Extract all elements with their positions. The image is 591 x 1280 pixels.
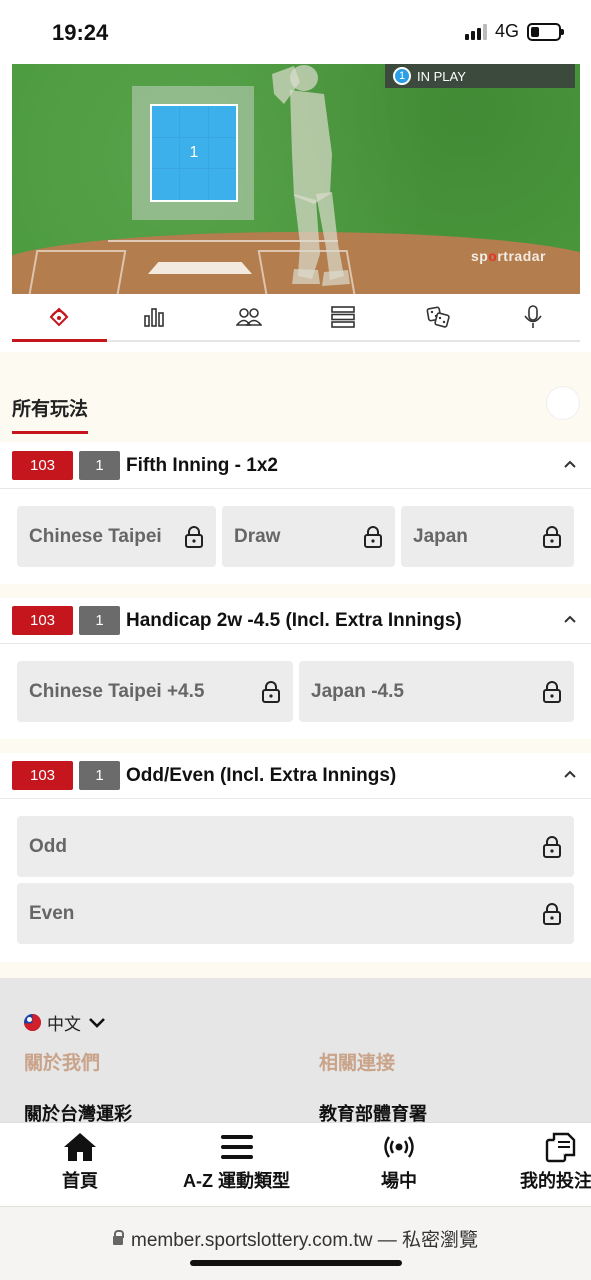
market-title: Odd/Even (Incl. Extra Innings) [126, 764, 397, 786]
live-icon [384, 1136, 414, 1158]
tab-commentary[interactable] [485, 294, 580, 340]
in-play-label: IN PLAY [417, 68, 466, 84]
lock-icon [543, 835, 561, 858]
lock-icon [262, 680, 280, 703]
market-code-badge: 103 [12, 451, 73, 480]
pitch-marker: 1 [189, 144, 199, 161]
language-label: 中文 [47, 1015, 81, 1034]
status-bar: 19:24 4G [0, 0, 591, 64]
tab-stats[interactable] [107, 294, 202, 340]
url-display[interactable]: member.sportslottery.com.tw — 私密瀏覽 [0, 1225, 591, 1252]
odds-button[interactable]: Odd [17, 816, 574, 877]
odds-label: Japan -4.5 [311, 680, 404, 702]
lock-icon [543, 902, 561, 925]
tab-field[interactable] [12, 294, 107, 342]
market-number-badge: 1 [79, 606, 120, 635]
bets-icon [545, 1132, 576, 1163]
chevron-down-icon [89, 1017, 105, 1028]
nav-az-sports[interactable]: A-Z 運動類型 [183, 1131, 290, 1193]
chevron-up-icon[interactable] [563, 457, 577, 471]
signal-icon [464, 23, 487, 40]
odds-row: Chinese Taipei Draw Japan [17, 506, 574, 567]
in-play-banner: 1 IN PLAY [385, 64, 575, 88]
url-text: member.sportslottery.com.tw — 私密瀏覽 [131, 1230, 478, 1251]
tracker-tabs [12, 294, 580, 342]
odds-label: Even [29, 902, 75, 924]
market-header[interactable]: 103 1 Odd/Even (Incl. Extra Innings) [0, 753, 591, 799]
match-tracker: 1 1 IN PLAY sportradar [12, 64, 580, 294]
status-time: 19:24 [52, 20, 109, 45]
browser-url-bar[interactable]: member.sportslottery.com.tw — 私密瀏覽 [0, 1206, 591, 1280]
lock-icon [185, 525, 203, 548]
market-code-badge: 103 [12, 606, 73, 635]
market-header[interactable]: 103 1 Fifth Inning - 1x2 [0, 443, 591, 489]
lineup-icon [235, 308, 262, 326]
scroll-top-button[interactable] [546, 386, 580, 420]
nav-home[interactable]: 首頁 [62, 1131, 98, 1193]
sportradar-logo: sportradar [470, 248, 546, 264]
tab-lineup[interactable] [201, 294, 296, 340]
taiwan-flag-icon [24, 1014, 41, 1031]
footer-heading-links: 相關連接 [319, 1053, 396, 1074]
nav-live[interactable]: 場中 [381, 1131, 417, 1193]
nav-my-bets[interactable]: 我的投注 [520, 1131, 591, 1193]
stats-icon [144, 308, 164, 327]
lock-icon [364, 525, 382, 548]
lock-icon [543, 680, 561, 703]
odds-label: Japan [413, 525, 468, 547]
odds-button[interactable]: Japan -4.5 [299, 661, 574, 722]
home-plate [148, 262, 252, 274]
network-type: 4G [494, 21, 519, 41]
odds-row: Odd [17, 816, 574, 877]
market-number-badge: 1 [79, 761, 120, 790]
nav-home-label: 首頁 [62, 1171, 98, 1191]
market-title: Fifth Inning - 1x2 [126, 454, 278, 476]
odds-label: Chinese Taipei +4.5 [29, 680, 205, 702]
lock-icon [113, 1230, 124, 1245]
market-number-badge: 1 [79, 451, 120, 480]
chevron-up-icon[interactable] [563, 767, 577, 781]
bottom-nav: 首頁 A-Z 運動類型 場中 我的投注 [0, 1122, 591, 1206]
odds-row: Even [17, 883, 574, 944]
menu-icon [220, 1135, 253, 1159]
tab-all-markets[interactable]: 所有玩法 [12, 394, 89, 434]
status-indicators: 4G [464, 21, 564, 42]
batter-box-left [27, 250, 127, 294]
nav-live-label: 場中 [381, 1171, 417, 1191]
chevron-up-icon[interactable] [563, 612, 577, 626]
home-icon [64, 1133, 96, 1161]
field-icon [49, 307, 69, 327]
nav-my-bets-label: 我的投注 [520, 1171, 591, 1191]
odds-label: Chinese Taipei [29, 525, 162, 547]
odds-button[interactable]: Japan [401, 506, 574, 567]
nav-az-label: A-Z 運動類型 [183, 1171, 290, 1191]
home-indicator[interactable] [190, 1260, 402, 1266]
battery-icon [527, 22, 564, 41]
odds-button[interactable]: Chinese Taipei [17, 506, 216, 567]
odds-label: Odd [29, 835, 67, 857]
batter-silhouette-icon [272, 65, 350, 286]
odds-row: Chinese Taipei +4.5 Japan -4.5 [17, 661, 574, 722]
odds-label: Draw [234, 525, 281, 547]
mic-icon [524, 305, 542, 328]
tab-list[interactable] [296, 294, 391, 340]
market-code-badge: 103 [12, 761, 73, 790]
lock-icon [543, 525, 561, 548]
market-header[interactable]: 103 1 Handicap 2w -4.5 (Incl. Extra Inni… [0, 598, 591, 644]
odds-button[interactable]: Even [17, 883, 574, 944]
language-selector[interactable]: 中文 [24, 1010, 107, 1035]
list-icon [331, 306, 356, 328]
market-title: Handicap 2w -4.5 (Incl. Extra Innings) [126, 609, 462, 631]
odds-button[interactable]: Draw [222, 506, 395, 567]
odds-button[interactable]: Chinese Taipei +4.5 [17, 661, 293, 722]
tab-dice[interactable] [391, 294, 486, 340]
in-play-count: 1 [393, 67, 411, 85]
dice-icon [426, 306, 450, 328]
footer-heading-about: 關於我們 [24, 1053, 101, 1074]
